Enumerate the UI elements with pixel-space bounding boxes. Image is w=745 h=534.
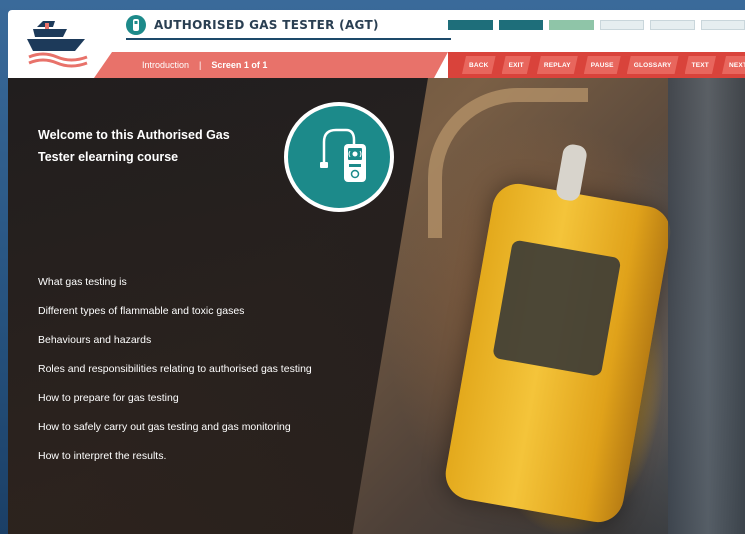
- welcome-line-1: Welcome to this Authorised Gas: [38, 128, 230, 142]
- device-screen: [492, 239, 622, 377]
- replay-button[interactable]: REPLAY: [537, 56, 578, 74]
- topic-item: Roles and responsibilities relating to a…: [38, 363, 312, 375]
- progress-bar: [448, 20, 745, 30]
- back-button[interactable]: BACK: [462, 56, 496, 74]
- pause-button[interactable]: PAUSE: [584, 56, 621, 74]
- screen-counter: Screen 1 of 1: [211, 60, 268, 70]
- header: AUTHORISED GAS TESTER (AGT) Introduction…: [8, 10, 745, 78]
- nav-toolbar: BACK EXIT REPLAY PAUSE GLOSSARY TEXT NEX…: [448, 52, 745, 78]
- app-frame: AUTHORISED GAS TESTER (AGT) Introduction…: [0, 0, 745, 534]
- exit-button[interactable]: EXIT: [502, 56, 531, 74]
- welcome-line-2: Tester elearning course: [38, 150, 179, 164]
- progress-segment: [448, 20, 493, 30]
- photo-strap: [668, 78, 745, 534]
- topic-item: How to safely carry out gas testing and …: [38, 421, 291, 433]
- course-title: AUTHORISED GAS TESTER (AGT): [154, 18, 379, 32]
- welcome-heading: Welcome to this Authorised Gas Tester el…: [38, 124, 278, 168]
- title-divider: [126, 38, 451, 40]
- slide-content: Welcome to this Authorised Gas Tester el…: [8, 78, 745, 534]
- breadcrumb-section: Introduction: [142, 60, 190, 70]
- progress-segment: [700, 20, 745, 30]
- topic-item: How to interpret the results.: [38, 450, 167, 462]
- topic-item: What gas testing is: [38, 276, 127, 288]
- breadcrumb: Introduction | Screen 1 of 1: [94, 52, 448, 78]
- breadcrumb-separator: |: [199, 60, 202, 70]
- next-button[interactable]: NEXT: [722, 56, 745, 74]
- progress-segment: [549, 20, 594, 30]
- glossary-button[interactable]: GLOSSARY: [627, 56, 679, 74]
- topic-list: What gas testing is Different types of f…: [38, 268, 312, 471]
- course-title-row: AUTHORISED GAS TESTER (AGT): [126, 14, 379, 36]
- course-badge-icon: [126, 15, 146, 35]
- progress-segment: [599, 20, 644, 30]
- topic-item: Different types of flammable and toxic g…: [38, 305, 245, 317]
- gas-detector-icon: [284, 102, 394, 212]
- topic-item: Behaviours and hazards: [38, 334, 152, 346]
- ship-logo-icon: [27, 21, 88, 68]
- ship-logo: [16, 10, 100, 78]
- text-button[interactable]: TEXT: [685, 56, 716, 74]
- progress-segment: [498, 20, 543, 30]
- progress-segment: [650, 20, 695, 30]
- topic-item: How to prepare for gas testing: [38, 392, 179, 404]
